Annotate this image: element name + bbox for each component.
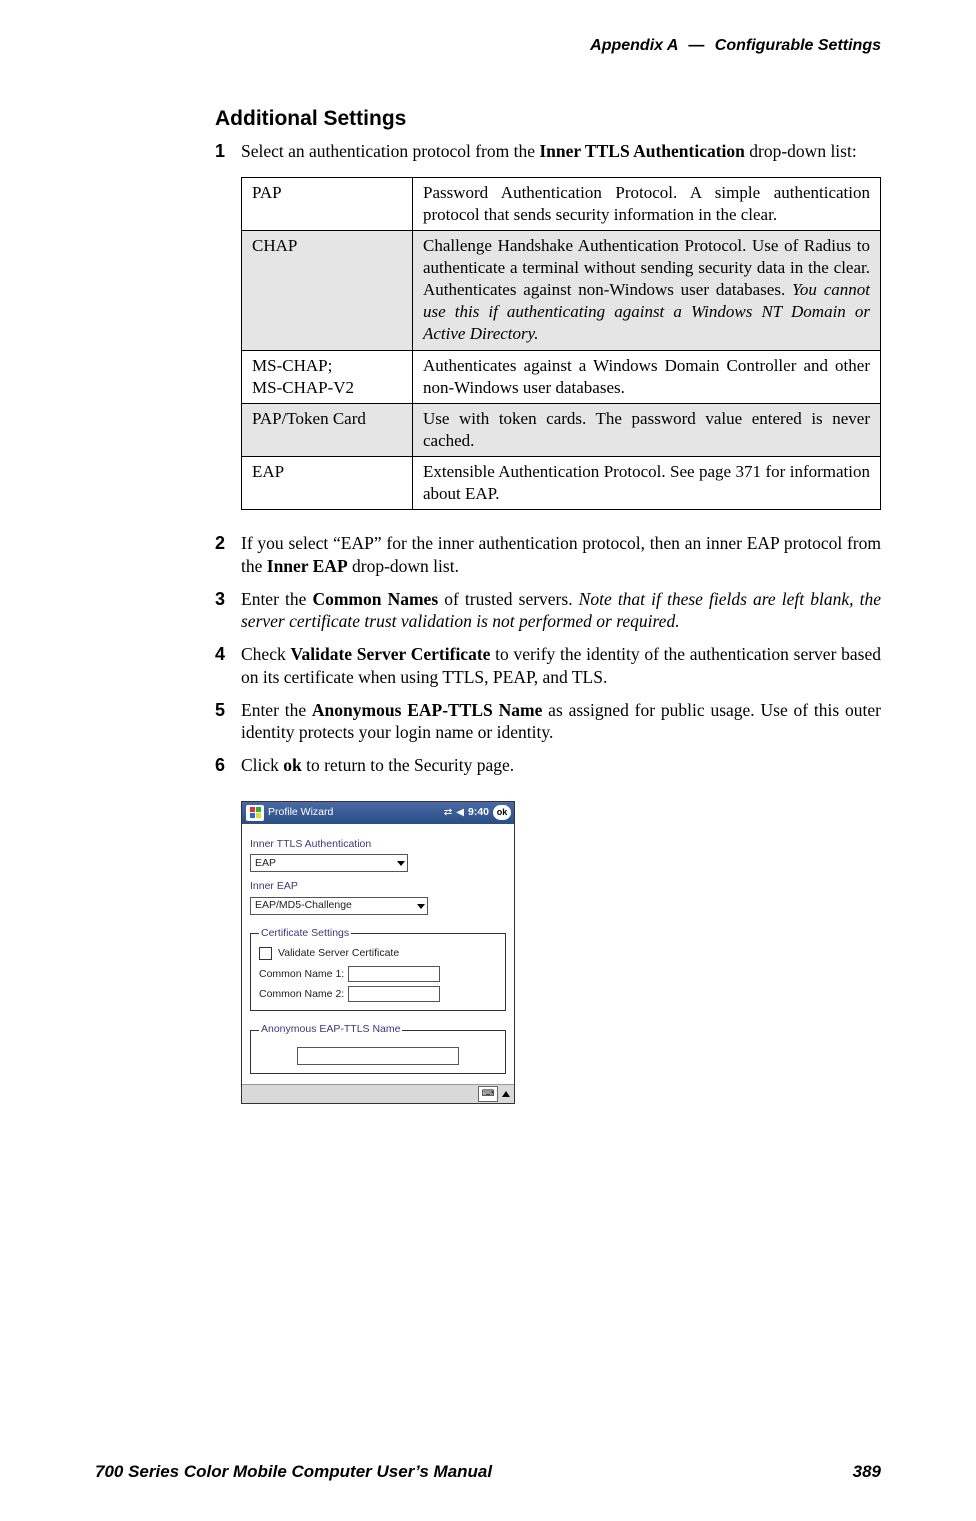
validate-cert-label: Validate Server Certificate	[278, 947, 399, 961]
anonymous-name-legend: Anonymous EAP-TTLS Name	[259, 1023, 402, 1037]
chevron-down-icon	[397, 861, 405, 866]
protocol-desc: Challenge Handshake Authentication Proto…	[413, 231, 881, 350]
table-row: MS-CHAP; MS-CHAP-V2 Authenticates agains…	[242, 350, 881, 403]
table-row: PAP Password Authentication Protocol. A …	[242, 177, 881, 230]
inner-ttls-combo[interactable]: EAP	[250, 854, 408, 872]
table-row: PAP/Token Card Use with token cards. The…	[242, 403, 881, 456]
step-text: Enter the	[241, 589, 312, 609]
protocol-name: CHAP	[242, 231, 413, 350]
inner-ttls-label: Inner TTLS Authentication	[250, 838, 506, 852]
step-text-post: to return to the Security page.	[302, 755, 514, 775]
step-bold: Validate Server Certificate	[290, 644, 490, 664]
step-bold: Inner EAP	[267, 556, 348, 576]
protocol-desc: Use with token cards. The password value…	[413, 403, 881, 456]
step-number: 6	[215, 754, 225, 777]
table-row: CHAP Challenge Handshake Authentication …	[242, 231, 881, 350]
certificate-settings-legend: Certificate Settings	[259, 927, 351, 941]
certificate-settings-group: Certificate Settings Validate Server Cer…	[250, 927, 506, 1011]
anonymous-name-group: Anonymous EAP-TTLS Name	[250, 1023, 506, 1074]
table-row: EAP Extensible Authentication Protocol. …	[242, 456, 881, 509]
protocol-name: PAP/Token Card	[242, 403, 413, 456]
window-title: Profile Wizard	[268, 806, 440, 820]
window-titlebar: Profile Wizard ⇄ ◀ 9:40 ok	[242, 802, 514, 824]
running-header: Appendix A — Configurable Settings	[95, 36, 881, 57]
section-heading: Additional Settings	[215, 105, 881, 132]
protocol-desc: Extensible Authentication Protocol. See …	[413, 456, 881, 509]
protocol-table: PAP Password Authentication Protocol. A …	[241, 177, 881, 510]
step-text-post: drop-down list:	[745, 141, 857, 161]
step-text: Select an authentication protocol from t…	[241, 141, 539, 161]
header-appendix: Appendix A	[590, 37, 678, 54]
up-arrow-icon[interactable]	[502, 1091, 510, 1097]
volume-icon[interactable]: ◀	[456, 806, 464, 819]
connectivity-icon[interactable]: ⇄	[444, 806, 452, 819]
step-5: 5 Enter the Anonymous EAP-TTLS Name as a…	[215, 699, 881, 745]
device-screenshot: Profile Wizard ⇄ ◀ 9:40 ok Inner TTLS Au…	[241, 801, 515, 1104]
protocol-name: EAP	[242, 456, 413, 509]
common-name-1-label: Common Name 1:	[259, 968, 344, 982]
step-text: Enter the	[241, 700, 312, 720]
step-2: 2 If you select “EAP” for the inner auth…	[215, 532, 881, 578]
anonymous-name-input[interactable]	[297, 1047, 459, 1065]
protocol-name: PAP	[242, 177, 413, 230]
step-bold: Anonymous EAP-TTLS Name	[312, 700, 542, 720]
steps-list: 1 Select an authentication protocol from…	[215, 140, 881, 777]
step-bold: Inner TTLS Authentication	[539, 141, 745, 161]
step-number: 1	[215, 140, 225, 163]
header-title: Configurable Settings	[715, 37, 881, 54]
step-6: 6 Click ok to return to the Security pag…	[215, 754, 881, 777]
footer-manual-title: 700 Series Color Mobile Computer User’s …	[95, 1461, 492, 1483]
step-bold: Common Names	[312, 589, 438, 609]
step-text: Click	[241, 755, 283, 775]
step-text-post: drop-down list.	[348, 556, 459, 576]
step-number: 4	[215, 643, 225, 666]
chevron-down-icon	[417, 904, 425, 909]
clock: 9:40	[468, 806, 489, 820]
common-name-1-input[interactable]	[348, 966, 440, 982]
step-text-mid: of trusted servers.	[438, 589, 579, 609]
ok-button[interactable]: ok	[493, 805, 511, 820]
step-text: Check	[241, 644, 290, 664]
inner-eap-combo[interactable]: EAP/MD5-Challenge	[250, 897, 428, 915]
step-4: 4 Check Validate Server Certificate to v…	[215, 643, 881, 689]
keyboard-icon[interactable]: ⌨	[478, 1086, 498, 1102]
combo-value: EAP	[255, 857, 276, 871]
step-number: 3	[215, 588, 225, 611]
page-footer: 700 Series Color Mobile Computer User’s …	[95, 1461, 881, 1483]
protocol-desc: Authenticates against a Windows Domain C…	[413, 350, 881, 403]
inner-eap-label: Inner EAP	[250, 880, 506, 894]
main-content: Additional Settings 1 Select an authenti…	[215, 105, 881, 1104]
sip-bar: ⌨	[242, 1084, 514, 1103]
step-bold: ok	[283, 755, 301, 775]
footer-page-number: 389	[853, 1461, 881, 1483]
validate-cert-checkbox[interactable]	[259, 947, 272, 960]
header-dash: —	[682, 37, 710, 54]
client-area: Inner TTLS Authentication EAP Inner EAP …	[242, 824, 514, 1084]
protocol-name: MS-CHAP; MS-CHAP-V2	[242, 350, 413, 403]
step-3: 3 Enter the Common Names of trusted serv…	[215, 588, 881, 634]
common-name-2-label: Common Name 2:	[259, 988, 344, 1002]
start-icon[interactable]	[246, 805, 264, 821]
combo-value: EAP/MD5-Challenge	[255, 899, 352, 913]
step-1: 1 Select an authentication protocol from…	[215, 140, 881, 510]
common-name-2-input[interactable]	[348, 986, 440, 1002]
protocol-desc: Password Authentication Protocol. A simp…	[413, 177, 881, 230]
step-number: 5	[215, 699, 225, 722]
step-number: 2	[215, 532, 225, 555]
